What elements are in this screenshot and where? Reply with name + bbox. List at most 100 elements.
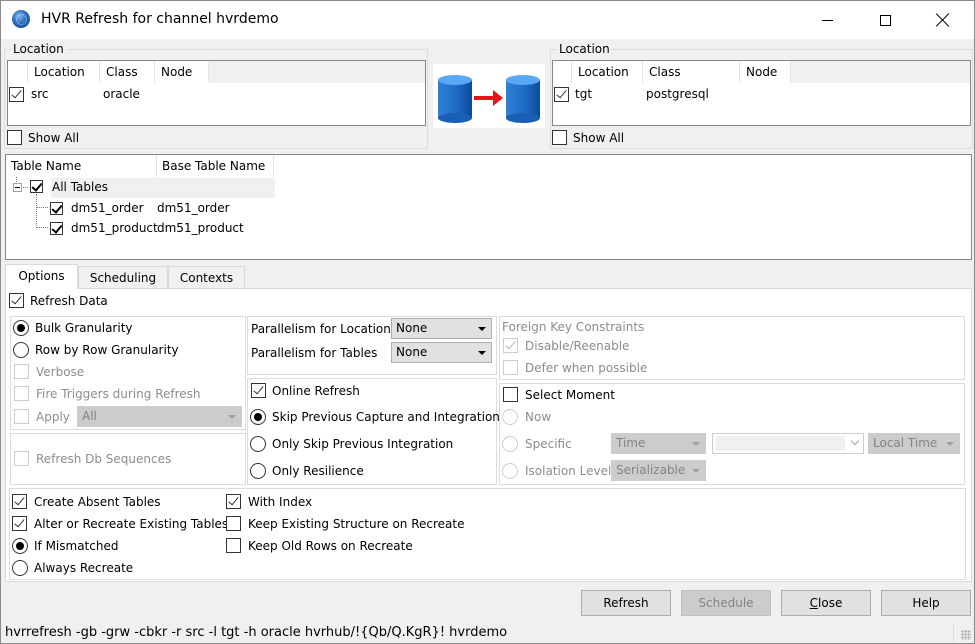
defer-when-possible[interactable]: Defer when possible [503,360,647,375]
tree-collapse-icon[interactable] [13,183,22,192]
table-row[interactable]: dm51_product dm51_product [50,218,244,238]
apply-select[interactable]: All [77,406,242,427]
source-location-row[interactable]: src oracle [8,84,425,104]
target-location-row[interactable]: tgt postgresql [553,84,970,104]
close-button-mnemonic: C [809,596,819,610]
moment-type-select[interactable]: Time [611,433,706,454]
close-button[interactable]: Close [781,590,871,616]
row-by-row-granularity[interactable]: Row by Row Granularity [13,342,179,358]
verbose-checkbox[interactable] [14,364,29,379]
tables-tree[interactable]: Table Name Base Table Name All Tables dm… [5,154,972,260]
tab-options[interactable]: Options [5,264,78,289]
column-header-node[interactable]: Node [155,61,209,83]
schedule-button[interactable]: Schedule [681,590,771,616]
apply[interactable]: Apply [14,409,70,424]
select-moment[interactable]: Select Moment [503,387,615,402]
isolation-level-radio[interactable] [502,463,518,479]
skip-capture-integration[interactable]: Skip Previous Capture and Integration [250,409,500,425]
source-location-list[interactable]: Location Class Node src oracle [7,60,426,126]
select-moment-checkbox[interactable] [503,387,518,402]
timezone-select[interactable]: Local Time [868,433,960,454]
target-location-checkbox[interactable] [554,86,569,102]
always-recreate[interactable]: Always Recreate [12,560,133,576]
column-header-node[interactable]: Node [740,61,791,83]
create-absent-tables[interactable]: Create Absent Tables [12,494,161,509]
keep-old-rows-checkbox[interactable] [226,538,241,553]
table-checkbox[interactable] [50,221,63,235]
only-resilience-label: Only Resilience [272,464,364,478]
defer-checkbox[interactable] [503,360,518,375]
defer-label: Defer when possible [525,360,648,375]
all-tables-checkbox[interactable] [30,180,43,193]
fire-triggers-checkbox[interactable] [14,386,29,401]
moment-value-field[interactable] [716,436,845,451]
with-index-checkbox[interactable] [226,494,241,509]
bulk-granularity[interactable]: Bulk Granularity [13,320,133,336]
table-checkbox[interactable] [50,201,63,215]
column-header-location[interactable]: Location [28,61,100,83]
alter-recreate-tables[interactable]: Alter or Recreate Existing Tables [12,516,228,531]
source-show-all-checkbox[interactable] [7,130,22,145]
chevron-down-icon [850,436,860,446]
moment-specific[interactable]: Specific [502,436,572,452]
if-mismatched[interactable]: If Mismatched [12,538,118,554]
create-absent-tables-checkbox[interactable] [12,494,27,509]
bulk-granularity-radio[interactable] [13,320,29,336]
source-location-checkbox[interactable] [9,86,24,102]
maximize-button[interactable] [856,1,914,39]
help-button[interactable]: Help [881,590,971,616]
disable-reenable-checkbox[interactable] [503,338,518,353]
always-recreate-radio[interactable] [12,560,28,576]
apply-checkbox[interactable] [14,409,29,424]
refresh-data[interactable]: Refresh Data [9,293,108,308]
only-skip-integration-radio[interactable] [250,436,266,452]
target-show-all[interactable]: Show All [552,130,624,145]
keep-existing-structure-checkbox[interactable] [226,516,241,531]
refresh-db-sequences-checkbox[interactable] [14,451,29,466]
target-location-list[interactable]: Location Class Node tgt postgresql [552,60,971,126]
verbose[interactable]: Verbose [14,364,84,379]
parallelism-tables-select[interactable]: None [391,342,492,363]
minimize-button[interactable] [798,1,856,39]
resize-grip-icon[interactable] [961,630,971,640]
refresh-data-checkbox[interactable] [9,293,24,308]
keep-old-rows[interactable]: Keep Old Rows on Recreate [226,538,413,553]
tree-root-checkbox-wrap[interactable] [30,179,43,193]
select-moment-label: Select Moment [525,387,615,402]
target-show-all-checkbox[interactable] [552,130,567,145]
alter-recreate-tables-checkbox[interactable] [12,516,27,531]
column-header-base-table-name[interactable]: Base Table Name [157,155,274,177]
row-by-row-granularity-radio[interactable] [13,342,29,358]
moment-specific-radio[interactable] [502,436,518,452]
source-show-all[interactable]: Show All [7,130,79,145]
close-window-button[interactable] [914,1,972,39]
only-resilience-radio[interactable] [250,463,266,479]
with-index[interactable]: With Index [226,494,312,509]
moment-value-input[interactable] [712,433,864,454]
online-refresh-checkbox[interactable] [251,383,266,398]
tab-contexts[interactable]: Contexts [168,266,245,288]
skip-capture-integration-radio[interactable] [250,409,266,425]
if-mismatched-radio[interactable] [12,538,28,554]
refresh-db-sequences[interactable]: Refresh Db Sequences [14,451,171,466]
isolation-level-select[interactable]: Serializable [611,460,706,481]
only-skip-integration[interactable]: Only Skip Previous Integration [250,436,453,452]
tab-scheduling[interactable]: Scheduling [78,266,168,288]
disable-reenable[interactable]: Disable/Reenable [503,338,629,353]
keep-existing-structure[interactable]: Keep Existing Structure on Recreate [226,516,465,531]
column-header-table-name[interactable]: Table Name [6,155,157,177]
isolation-level-label: Isolation Level [525,464,612,478]
parallelism-locations-select[interactable]: None [391,318,492,339]
online-refresh[interactable]: Online Refresh [251,383,360,398]
all-tables-label[interactable]: All Tables [52,180,108,194]
moment-now-radio[interactable] [502,409,518,425]
column-header-class[interactable]: Class [100,61,155,83]
table-row[interactable]: dm51_order dm51_order [50,198,230,218]
isolation-level[interactable]: Isolation Level [502,463,611,479]
column-header-location[interactable]: Location [572,61,643,83]
only-resilience[interactable]: Only Resilience [250,463,364,479]
fire-triggers[interactable]: Fire Triggers during Refresh [14,386,201,401]
column-header-class[interactable]: Class [643,61,740,83]
refresh-button[interactable]: Refresh [581,590,671,616]
moment-now[interactable]: Now [502,409,551,425]
